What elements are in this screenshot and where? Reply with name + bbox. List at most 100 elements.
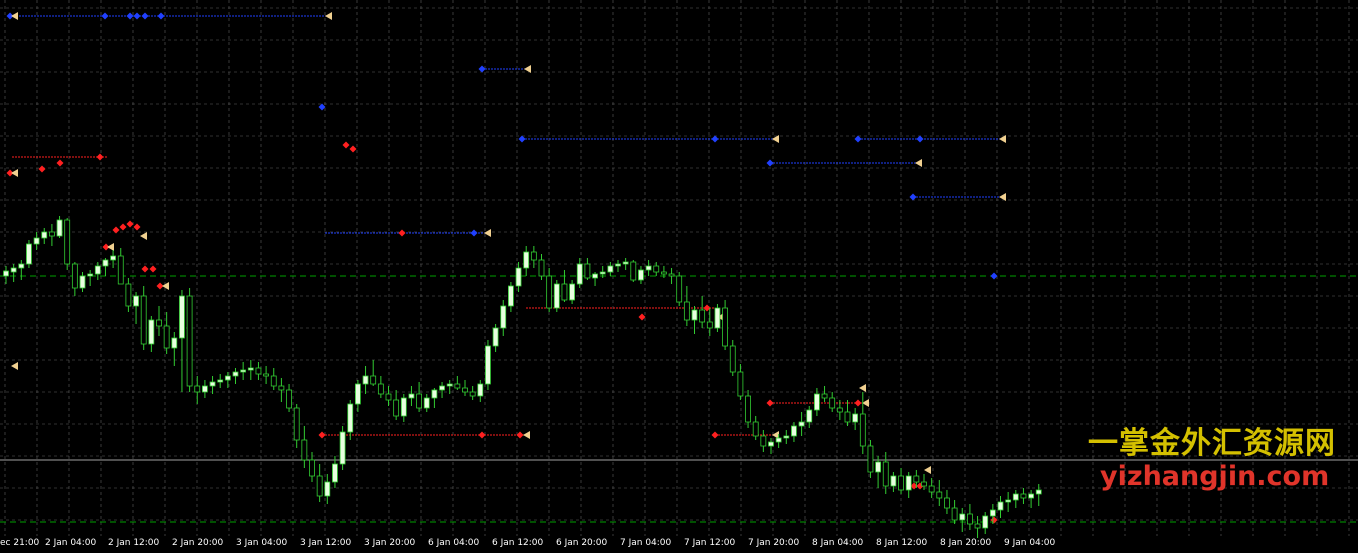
candle-body bbox=[377, 383, 384, 395]
candle-body bbox=[836, 407, 843, 413]
candle-body bbox=[1005, 499, 1012, 503]
candle-body bbox=[967, 513, 973, 525]
candle-body bbox=[676, 275, 683, 303]
candle-body bbox=[538, 259, 545, 277]
candle-body bbox=[423, 397, 430, 409]
candle-body bbox=[33, 237, 40, 245]
time-axis-label: 7 Jan 20:00 bbox=[748, 538, 800, 548]
candle-body bbox=[26, 243, 32, 265]
candle-body bbox=[768, 441, 774, 447]
candle-body bbox=[668, 273, 675, 277]
time-axis-label: 2 Jan 04:00 bbox=[45, 538, 97, 548]
candle-body bbox=[94, 265, 101, 275]
buy-marker bbox=[126, 220, 134, 228]
candle-body bbox=[546, 275, 553, 309]
time-axis-label: 6 Jan 12:00 bbox=[492, 538, 544, 548]
candle-body bbox=[1020, 493, 1027, 499]
time-axis-label: 2 Jan 12:00 bbox=[108, 538, 160, 548]
candle-body bbox=[316, 475, 323, 497]
buy-marker bbox=[349, 145, 357, 153]
candle-body bbox=[645, 265, 652, 271]
candle-body bbox=[829, 397, 836, 409]
candle-body bbox=[760, 435, 767, 447]
time-axis-label: 3 Jan 20:00 bbox=[364, 538, 416, 548]
candle-body bbox=[385, 393, 392, 401]
candle-body bbox=[79, 275, 86, 289]
close-marker bbox=[140, 232, 147, 240]
candle-body bbox=[584, 263, 591, 279]
candle-body bbox=[798, 421, 805, 427]
candle-body bbox=[362, 375, 369, 385]
candle-body bbox=[301, 439, 308, 461]
candle-body bbox=[71, 263, 78, 289]
close-marker bbox=[11, 169, 18, 177]
candle-body bbox=[890, 475, 897, 487]
candle-body bbox=[806, 409, 813, 423]
candle-body bbox=[179, 295, 185, 339]
buy-marker bbox=[141, 265, 149, 273]
candle-body bbox=[615, 263, 621, 267]
candle-body bbox=[951, 507, 958, 521]
candle-body bbox=[791, 425, 797, 437]
time-axis-label: 7 Jan 12:00 bbox=[684, 538, 736, 548]
candle-body bbox=[370, 375, 377, 385]
candle-body bbox=[286, 389, 292, 409]
candle-body bbox=[263, 373, 270, 377]
trade-markers bbox=[6, 12, 1006, 524]
candle-body bbox=[944, 497, 950, 509]
candle-body bbox=[10, 267, 17, 273]
sell-marker bbox=[854, 135, 862, 143]
close-marker bbox=[11, 362, 18, 370]
candle-body bbox=[569, 283, 575, 301]
close-marker bbox=[523, 431, 530, 439]
time-axis-label: 8 Jan 12:00 bbox=[876, 538, 928, 548]
candle-body bbox=[913, 475, 920, 483]
buy-marker bbox=[398, 229, 406, 237]
watermark-chinese: 一掌金外汇资源网 bbox=[1088, 426, 1336, 461]
sell-marker bbox=[711, 135, 719, 143]
price-chart[interactable]: ec 21:00 2 Jan 04:00 2 Jan 12:00 2 Jan 20:0… bbox=[0, 0, 1358, 553]
candle-body bbox=[309, 459, 315, 477]
candle-body bbox=[974, 523, 981, 529]
candle-body bbox=[859, 413, 866, 447]
candle-body bbox=[3, 270, 9, 277]
candle-body bbox=[140, 295, 147, 345]
candle-body bbox=[408, 393, 415, 399]
candle-body bbox=[232, 371, 239, 377]
sell-marker bbox=[126, 12, 134, 20]
candle-body bbox=[247, 367, 254, 371]
close-marker bbox=[915, 159, 922, 167]
sell-marker bbox=[916, 135, 924, 143]
buy-marker bbox=[766, 399, 774, 407]
candle-body bbox=[446, 383, 453, 387]
candle-body bbox=[56, 219, 63, 237]
candle-body bbox=[989, 509, 996, 517]
time-axis-label: 2 Jan 20:00 bbox=[172, 538, 224, 548]
sell-marker bbox=[766, 159, 774, 167]
candle-body bbox=[515, 267, 522, 287]
time-axis-label: 9 Jan 04:00 bbox=[1004, 538, 1056, 548]
candle-body bbox=[821, 393, 828, 399]
time-axis-label: 3 Jan 04:00 bbox=[236, 538, 288, 548]
candle-body bbox=[194, 385, 201, 393]
candle-body bbox=[653, 265, 660, 273]
time-axis-label: 8 Jan 20:00 bbox=[940, 538, 992, 548]
candle-body bbox=[102, 259, 109, 267]
candle-body bbox=[125, 283, 132, 307]
candle-body bbox=[454, 383, 461, 389]
time-axis: ec 21:00 2 Jan 04:00 2 Jan 12:00 2 Jan 20:0… bbox=[0, 536, 1358, 553]
candle-body bbox=[661, 271, 667, 275]
candle-body bbox=[400, 397, 407, 417]
candle-body bbox=[270, 375, 277, 387]
candle-body bbox=[722, 307, 728, 347]
candle-body bbox=[133, 295, 139, 307]
sell-marker bbox=[141, 12, 149, 20]
candle-body bbox=[599, 271, 606, 275]
candle-body bbox=[87, 273, 94, 277]
candle-body bbox=[814, 393, 820, 411]
candle-body bbox=[462, 387, 468, 393]
candle-body bbox=[201, 385, 208, 393]
candle-body bbox=[867, 445, 874, 473]
candle-body bbox=[775, 437, 782, 443]
candle-body bbox=[255, 367, 262, 375]
